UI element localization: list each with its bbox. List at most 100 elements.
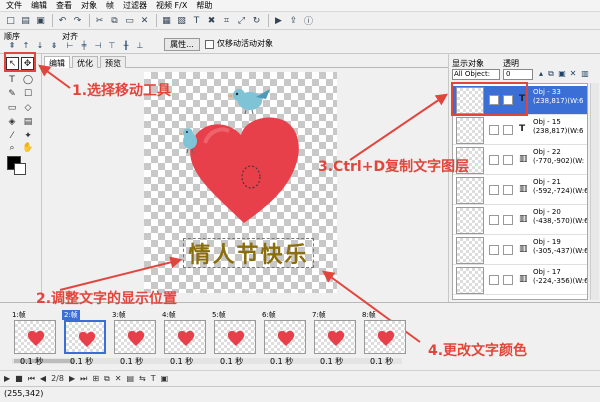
- object-lock-checkbox[interactable]: [503, 275, 513, 285]
- move-down-icon[interactable]: ↓: [34, 41, 46, 51]
- fill-icon[interactable]: ◈: [6, 116, 18, 128]
- only-move-active-checkbox[interactable]: [205, 40, 214, 49]
- add-frame-icon[interactable]: ⊞: [92, 374, 99, 383]
- menu-edit[interactable]: 编辑: [31, 0, 47, 11]
- object-lock-checkbox[interactable]: [503, 245, 513, 255]
- menu-filter[interactable]: 过滤器: [123, 0, 147, 11]
- object-row[interactable]: ▥ Obj - 22 (-770,-902)(W:: [453, 146, 587, 175]
- last-frame-icon[interactable]: ⏭: [80, 374, 87, 384]
- object-lock-checkbox[interactable]: [503, 155, 513, 165]
- redo-icon[interactable]: ↷: [71, 14, 84, 27]
- text-icon[interactable]: T: [190, 14, 203, 27]
- duplicate-object-icon[interactable]: ⧉: [546, 69, 556, 79]
- delete-icon[interactable]: ✕: [138, 14, 151, 27]
- align-left-icon[interactable]: ⊢: [64, 41, 76, 51]
- open-folder-icon[interactable]: ▤: [19, 14, 32, 27]
- heart-graphic[interactable]: [185, 113, 303, 225]
- first-frame-icon[interactable]: ⏮: [28, 374, 35, 384]
- frame-item[interactable]: 5:帧 0.1 秒: [212, 310, 260, 368]
- menu-video-fx[interactable]: 视频 F/X: [156, 0, 187, 11]
- rotate-icon[interactable]: ↻: [250, 14, 263, 27]
- properties-button[interactable]: 属性...: [164, 38, 200, 51]
- lasso-icon[interactable]: ☐: [22, 88, 34, 100]
- play-icon[interactable]: ▶: [4, 374, 10, 383]
- object-row[interactable]: T Obj - 15 (238,817)(W:6: [453, 116, 587, 145]
- magic-wand-icon[interactable]: ✦: [22, 130, 34, 142]
- frame-item[interactable]: 6:帧 0.1 秒: [262, 310, 310, 368]
- object-lock-checkbox[interactable]: [503, 185, 513, 195]
- next-frame-icon[interactable]: ▶: [69, 374, 75, 383]
- align-top-icon[interactable]: ⊤: [106, 41, 118, 51]
- add-frame-icon[interactable]: ▦: [160, 14, 173, 27]
- object-lock-checkbox[interactable]: [503, 125, 513, 135]
- cut-icon[interactable]: ✂: [93, 14, 106, 27]
- undo-icon[interactable]: ↶: [56, 14, 69, 27]
- info-icon[interactable]: ⓘ: [302, 14, 315, 27]
- export-icon[interactable]: ⇪: [287, 14, 300, 27]
- crop-icon[interactable]: ⌗: [220, 14, 233, 27]
- paste-icon[interactable]: ▭: [123, 14, 136, 27]
- align-middle-icon[interactable]: ╫: [120, 41, 132, 51]
- align-bottom-icon[interactable]: ⊥: [134, 41, 146, 51]
- object-visible-checkbox[interactable]: [489, 125, 499, 135]
- menu-help[interactable]: 帮助: [196, 0, 212, 11]
- align-center-icon[interactable]: ╪: [78, 41, 90, 51]
- pencil-icon[interactable]: ✎: [6, 88, 18, 100]
- hand-icon[interactable]: ✋: [22, 142, 34, 154]
- eraser-icon[interactable]: ▭: [6, 102, 18, 114]
- frame-props-icon[interactable]: ▤: [126, 374, 134, 383]
- object-visible-checkbox[interactable]: [489, 155, 499, 165]
- align-right-icon[interactable]: ⊣: [92, 41, 104, 51]
- object-visible-checkbox[interactable]: [489, 245, 499, 255]
- shape-icon[interactable]: ◇: [22, 102, 34, 114]
- text-tool-icon[interactable]: T: [6, 74, 18, 86]
- merge-icon[interactable]: ▣: [161, 374, 169, 383]
- prev-frame-icon[interactable]: ◀: [40, 374, 46, 383]
- object-list-scrollbar[interactable]: [590, 83, 599, 300]
- new-file-icon[interactable]: □: [4, 14, 17, 27]
- bring-front-icon[interactable]: ⇞: [6, 41, 18, 51]
- frame-item[interactable]: 4:帧 0.1 秒: [162, 310, 210, 368]
- object-filter-select[interactable]: All Object:: [452, 69, 500, 80]
- save-icon[interactable]: ▣: [34, 14, 47, 27]
- stop-icon[interactable]: ■: [15, 374, 23, 383]
- object-visible-checkbox[interactable]: [489, 275, 499, 285]
- text-frame-icon[interactable]: T: [151, 374, 156, 383]
- object-row[interactable]: ▥ Obj - 19 (-305,-437)(W:6: [453, 236, 587, 265]
- menu-frame[interactable]: 帧: [106, 0, 114, 11]
- eyedropper-icon[interactable]: ⁄: [6, 130, 18, 142]
- object-visible-checkbox[interactable]: [489, 185, 499, 195]
- tab-optimize[interactable]: 优化: [72, 56, 98, 68]
- frame-item[interactable]: 7:帧 0.1 秒: [312, 310, 360, 368]
- object-row[interactable]: ▥ Obj - 21 (-592,-724)(W:6: [453, 176, 587, 205]
- background-color-swatch[interactable]: [14, 163, 26, 175]
- add-object-icon[interactable]: ▥: [580, 69, 590, 79]
- object-row[interactable]: ▥ Obj - 17 (-224,-356)(W:6: [453, 266, 587, 295]
- send-back-icon[interactable]: ⇟: [48, 41, 60, 51]
- text-object-bounding-box[interactable]: 情人节快乐: [183, 238, 314, 268]
- delete-object-x-icon[interactable]: ✕: [568, 69, 578, 79]
- resize-icon[interactable]: ⤢: [235, 14, 248, 27]
- insert-image-icon[interactable]: ▧: [175, 14, 188, 27]
- copy-icon[interactable]: ⧉: [108, 14, 121, 27]
- reverse-icon[interactable]: ⇆: [139, 374, 146, 383]
- frame-item[interactable]: 2:帧 0.1 秒: [62, 310, 110, 368]
- object-visible-checkbox[interactable]: [489, 215, 499, 225]
- copy-frame-icon[interactable]: ⧉: [104, 374, 110, 384]
- delete-object-icon[interactable]: ✖: [205, 14, 218, 27]
- delete-frame-icon[interactable]: ✕: [115, 374, 122, 383]
- tab-preview[interactable]: 预览: [100, 56, 126, 68]
- play-icon[interactable]: ▶: [272, 14, 285, 27]
- frame-item[interactable]: 8:帧 0.1 秒: [362, 310, 410, 368]
- frame-item[interactable]: 1:帧 0.1 秒: [12, 310, 60, 368]
- menu-file[interactable]: 文件: [6, 0, 22, 11]
- gradient-icon[interactable]: ▤: [22, 116, 34, 128]
- canvas-text[interactable]: 情人节快乐: [188, 237, 308, 269]
- move-up-icon[interactable]: ↑: [20, 41, 32, 51]
- up-icon[interactable]: ▴: [536, 69, 546, 79]
- tab-edit[interactable]: 编辑: [44, 56, 70, 68]
- menu-view[interactable]: 查看: [56, 0, 72, 11]
- frame-item[interactable]: 3:帧 0.1 秒: [112, 310, 160, 368]
- transparency-input[interactable]: 0: [503, 69, 533, 80]
- ellipse-select-icon[interactable]: ◯: [22, 74, 34, 86]
